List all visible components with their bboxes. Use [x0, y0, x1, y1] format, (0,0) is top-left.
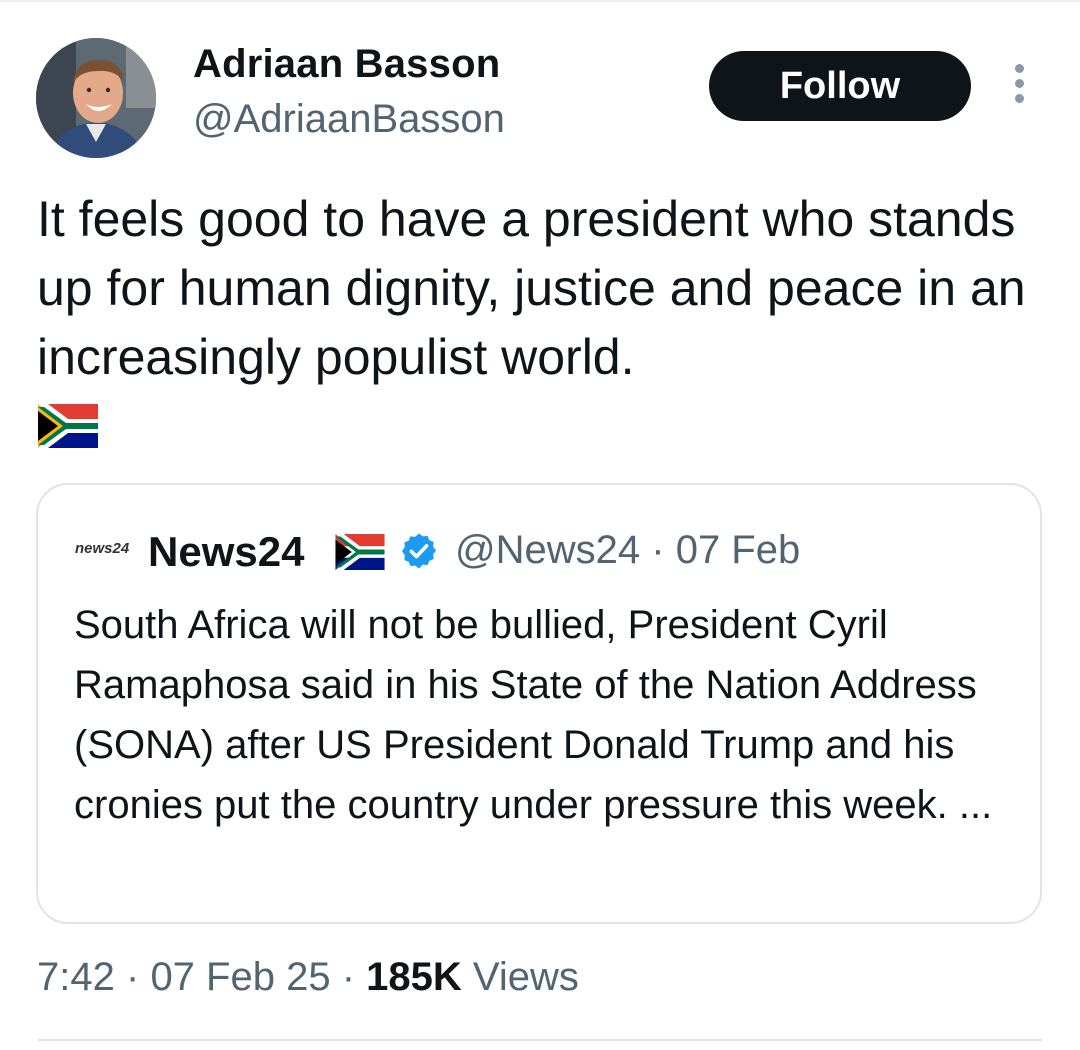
quoted-tweet-text: South Africa will not be bullied, Presid… [74, 603, 993, 827]
views-label: Views [472, 955, 579, 999]
follow-button[interactable]: Follow [709, 51, 971, 121]
verified-badge-icon [402, 533, 436, 569]
author-name[interactable]: Adriaan Basson [193, 42, 500, 87]
news24-logo: news24 [75, 540, 130, 557]
south-africa-flag-icon [38, 404, 98, 448]
meta-separator: · [125, 955, 140, 999]
avatar[interactable] [36, 38, 156, 158]
quoted-tweet-card[interactable]: news24 News24 @News24 · 07 Feb South Afr… [36, 483, 1042, 924]
more-options-icon[interactable] [1004, 64, 1034, 110]
tweet-meta: 7:42 · 07 Feb 25 · 185K Views [37, 955, 579, 1000]
south-africa-flag-icon [335, 534, 385, 570]
tweet-text: It feels good to have a president who st… [37, 191, 1040, 385]
views-count: 185K [366, 955, 462, 999]
tweet-time[interactable]: 7:42 [37, 955, 115, 999]
bottom-divider [38, 1039, 1042, 1041]
quoted-meta: @News24 · 07 Feb [455, 528, 800, 573]
top-divider [0, 0, 1080, 2]
tweet-date[interactable]: 07 Feb 25 [150, 955, 330, 999]
author-handle[interactable]: @AdriaanBasson [193, 97, 505, 142]
quoted-author-name[interactable]: News24 [148, 528, 304, 576]
quoted-date[interactable]: 07 Feb [676, 528, 801, 572]
meta-separator: · [341, 955, 356, 999]
meta-separator: · [651, 528, 665, 572]
quoted-author-handle[interactable]: @News24 [455, 528, 640, 572]
